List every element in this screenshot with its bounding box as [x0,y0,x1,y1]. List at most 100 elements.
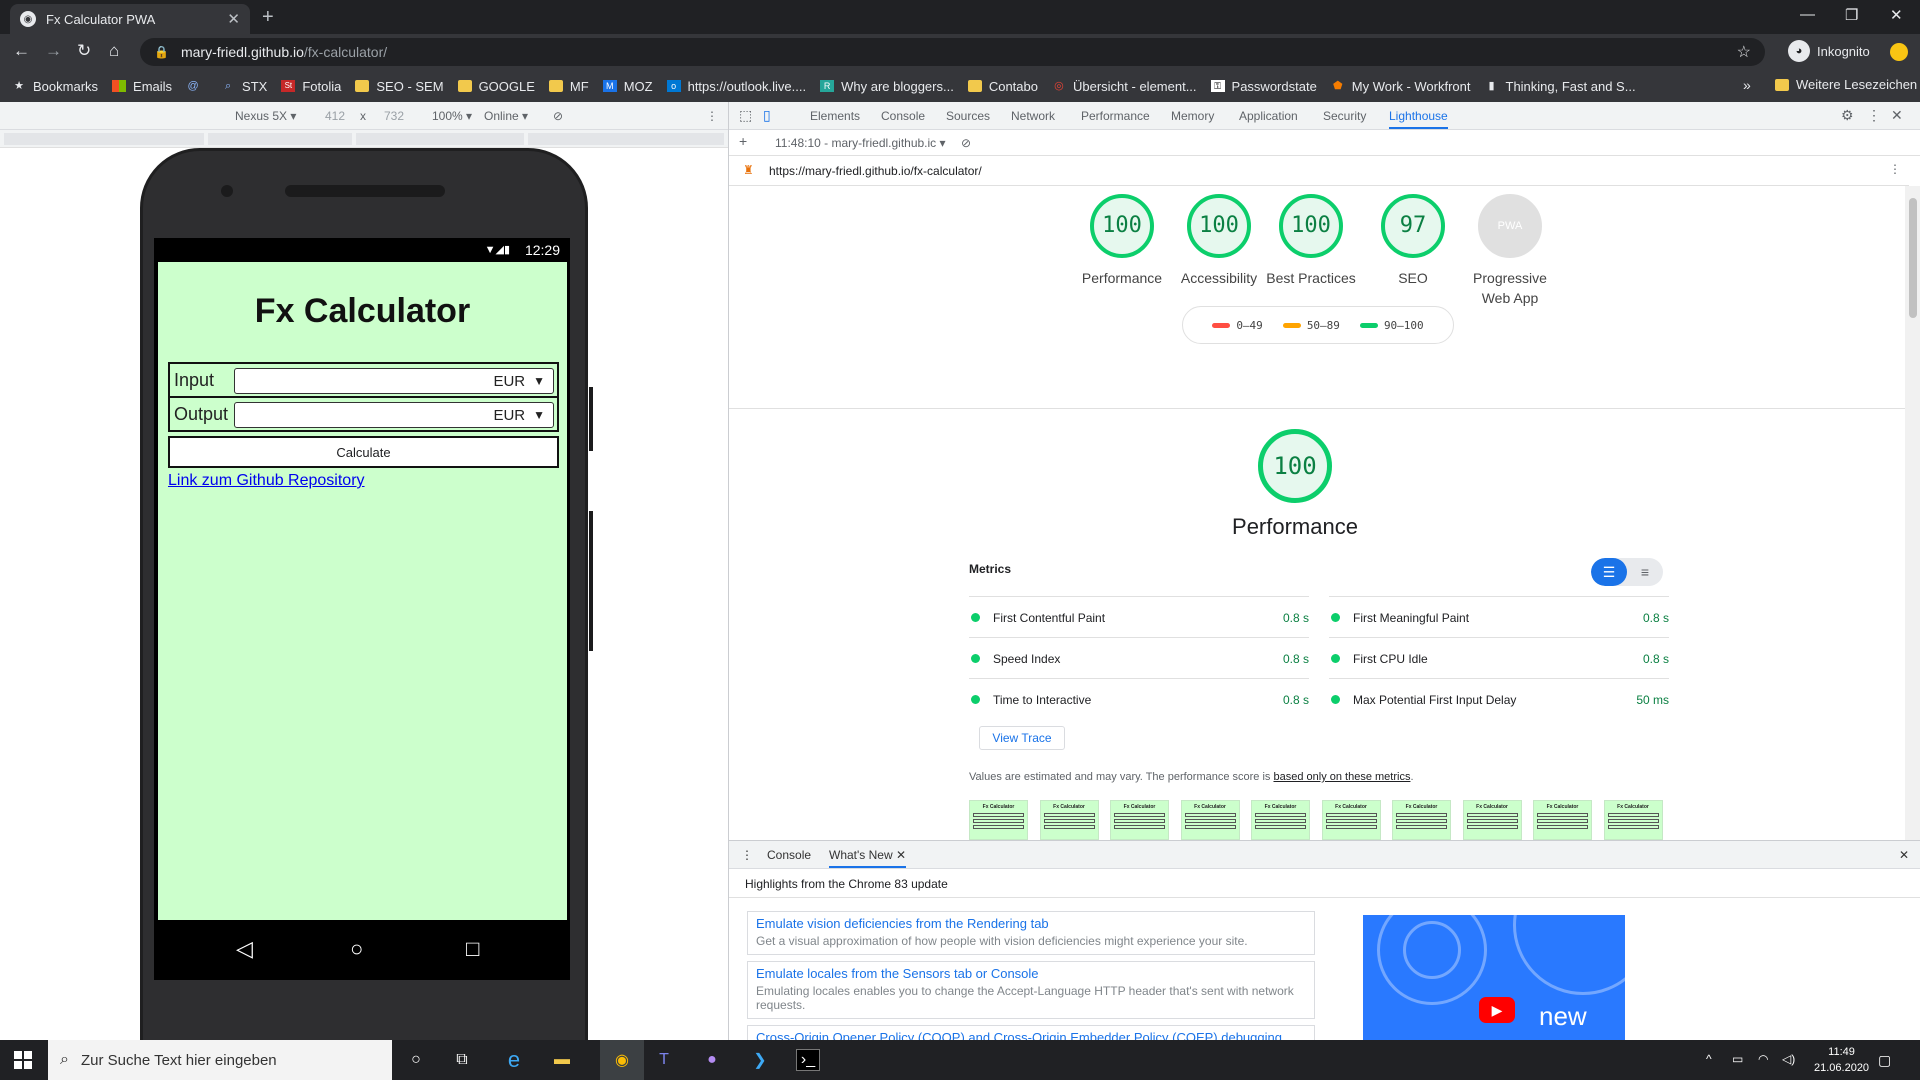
windows-start-icon[interactable] [14,1051,32,1069]
bookmark-folder[interactable]: Contabo [967,79,1038,94]
app-icon[interactable]: ● [700,1049,724,1071]
volume-icon[interactable]: ◁) [1782,1052,1795,1066]
more-options-icon[interactable]: ⋮ [706,109,718,123]
tab-security[interactable]: Security [1323,109,1366,123]
taskbar-search[interactable]: ⌕ Zur Suche Text hier eingeben [48,1040,392,1080]
bookmark-folder[interactable]: GOOGLE [457,79,535,94]
terminal-icon[interactable]: ›_ [796,1049,820,1071]
calculate-button[interactable]: Calculate [168,436,559,468]
drawer-tab-whats-new[interactable]: What's New ✕ [829,848,907,868]
close-tab-icon[interactable]: ✕ [227,10,240,28]
tab-performance[interactable]: Performance [1081,109,1150,123]
restore-icon[interactable]: ❐ [1845,6,1858,24]
bookmark-item[interactable]: ★ Bookmarks [12,79,98,94]
score-gauge-accessibility[interactable]: 100 Accessibility [1169,194,1269,288]
card-title[interactable]: Emulate locales from the Sensors tab or … [756,966,1306,982]
tab-elements[interactable]: Elements [810,109,860,123]
metrics-link[interactable]: based only on these metrics [1273,771,1410,783]
drawer-menu-icon[interactable]: ⋮ [741,848,753,862]
new-report-icon[interactable]: + [739,133,747,149]
back-triangle-icon[interactable]: ◁ [236,936,253,962]
width-field[interactable]: 412 [325,109,345,123]
bookmark-folder[interactable]: SEO - SEM [355,79,444,94]
bookmark-item[interactable]: St Fotolia [281,79,341,94]
height-field[interactable]: 732 [384,109,404,123]
card-title[interactable]: Emulate vision deficiencies from the Ren… [756,916,1306,932]
view-trace-button[interactable]: View Trace [979,726,1065,750]
score-gauge-best-practices[interactable]: 100 Best Practices [1266,194,1356,288]
more-bookmarks-button[interactable]: » [1743,77,1751,93]
home-circle-icon[interactable]: ○ [350,936,363,962]
file-explorer-icon[interactable]: ▬ [550,1049,574,1071]
new-tab-button[interactable]: + [262,6,274,29]
report-select[interactable]: 11:48:10 - mary-friedl.github.ic ▾ [775,136,946,150]
close-drawer-icon[interactable]: ✕ [1899,848,1909,862]
tab-network[interactable]: Network [1011,109,1055,123]
notifications-icon[interactable]: ▢ [1878,1052,1891,1069]
address-bar[interactable]: 🔒 mary-friedl.github.io/fx-calculator/ ☆ [140,38,1765,66]
whats-new-card[interactable]: Emulate vision deficiencies from the Ren… [747,911,1315,955]
recents-square-icon[interactable]: □ [466,936,479,962]
vscode-icon[interactable]: ❯ [748,1049,772,1071]
expanded-view-icon[interactable]: ≡ [1627,558,1663,586]
other-bookmarks[interactable]: Weitere Lesezeichen [1775,77,1917,92]
zoom-select[interactable]: 100% ▾ [432,109,472,123]
rotate-icon[interactable]: ⊘ [553,109,563,123]
clear-reports-icon[interactable]: ⊘ [961,136,971,150]
wifi-icon[interactable]: ◠ [1758,1052,1768,1066]
minimize-icon[interactable]: — [1800,6,1815,23]
tab-console[interactable]: Console [881,109,925,123]
metrics-view-toggle[interactable]: ☰ ≡ [1591,558,1663,586]
teams-icon[interactable]: T [652,1049,676,1071]
metric-row[interactable]: Max Potential First Input Delay 50 ms [1329,678,1669,719]
tab-memory[interactable]: Memory [1171,109,1214,123]
metric-row[interactable]: Speed Index 0.8 s [969,637,1309,678]
cortana-icon[interactable]: ○ [404,1049,428,1071]
bookmark-folder[interactable]: MF [548,79,589,94]
back-icon[interactable]: ← [13,41,30,61]
forward-icon[interactable]: → [45,41,62,61]
task-view-icon[interactable]: ⧉ [450,1049,474,1071]
home-icon[interactable]: ⌂ [109,41,119,61]
compact-view-icon[interactable]: ☰ [1591,558,1627,586]
github-repository-link[interactable]: Link zum Github Repository [168,472,365,490]
tab-lighthouse[interactable]: Lighthouse [1389,109,1448,129]
metric-row[interactable]: First CPU Idle 0.8 s [1329,637,1669,678]
score-gauge-performance[interactable]: 100 Performance [1072,194,1172,288]
bookmark-item[interactable]: @ [186,80,207,92]
bookmark-star-icon[interactable]: ☆ [1737,42,1751,62]
bookmark-item[interactable]: ◎ Übersicht - element... [1052,79,1196,94]
device-toggle-icon[interactable]: ▯ [763,107,771,124]
media-query-ruler[interactable] [0,130,728,148]
drawer-tab-console[interactable]: Console [767,848,811,862]
device-select[interactable]: Nexus 5X ▾ [235,109,296,123]
tray-overflow-icon[interactable]: ^ [1706,1052,1712,1066]
whats-new-card[interactable]: Emulate locales from the Sensors tab or … [747,961,1315,1019]
metric-row[interactable]: First Meaningful Paint 0.8 s [1329,596,1669,637]
tab-sources[interactable]: Sources [946,109,990,123]
metric-row[interactable]: First Contentful Paint 0.8 s [969,596,1309,637]
close-devtools-icon[interactable]: ✕ [1891,107,1903,124]
kebab-menu-icon[interactable]: ⋮ [1867,107,1881,124]
whats-new-video[interactable]: ▶ new [1363,915,1625,1043]
edge-icon[interactable]: e [502,1047,526,1072]
bookmark-item[interactable]: ▮ Thinking, Fast and S... [1485,79,1635,94]
reload-icon[interactable]: ↻ [77,41,91,61]
youtube-play-icon[interactable]: ▶ [1479,997,1515,1023]
network-select[interactable]: Online ▾ [484,109,528,123]
scrollbar-thumb[interactable] [1909,198,1917,318]
score-gauge-pwa[interactable]: PWA Progressive Web App [1460,194,1560,308]
settings-gear-icon[interactable]: ⚙ [1841,107,1854,124]
incognito-indicator[interactable]: ◕ Inkognito [1788,40,1870,62]
profile-avatar[interactable] [1890,43,1908,61]
bookmark-item[interactable]: ⌕ STX [221,79,267,94]
bookmark-item[interactable]: o https://outlook.live.... [666,79,806,94]
output-currency-select[interactable]: EUR ▼ [234,402,554,428]
input-currency-select[interactable]: EUR ▼ [234,368,554,394]
report-url[interactable]: https://mary-friedl.github.io/fx-calcula… [769,164,982,178]
bookmark-item[interactable]: Emails [112,79,172,94]
bookmark-item[interactable]: ⬟ My Work - Workfront [1331,79,1470,94]
bookmark-item[interactable]: ⚿ Passwordstate [1210,79,1317,94]
metric-row[interactable]: Time to Interactive 0.8 s [969,678,1309,719]
bookmark-item[interactable]: R Why are bloggers... [820,79,954,94]
